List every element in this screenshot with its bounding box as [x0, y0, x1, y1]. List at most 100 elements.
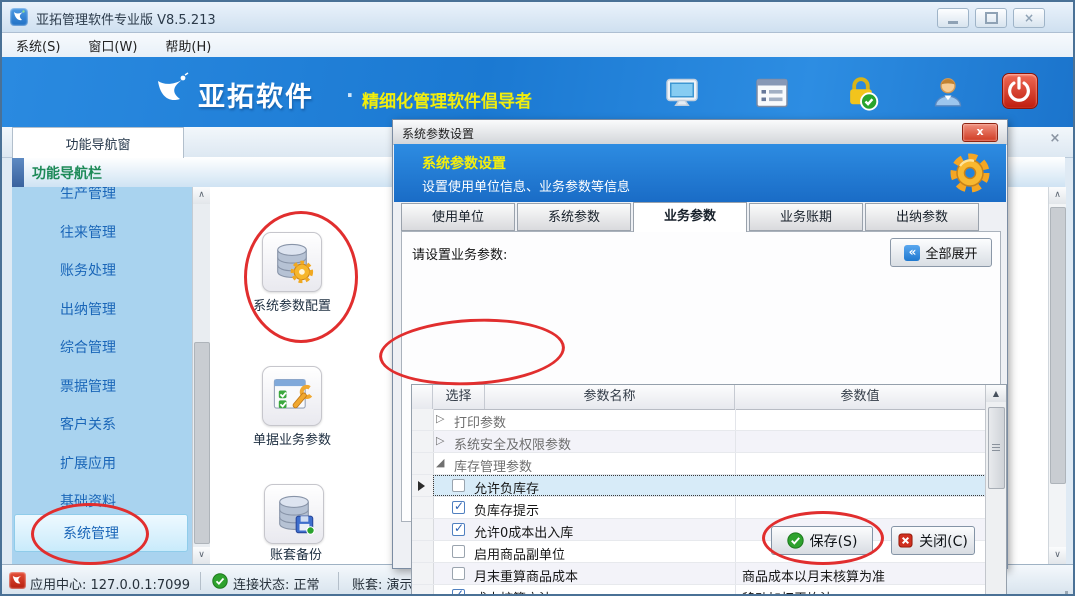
dialog-header: 系统参数设置 设置使用单位信息、业务参数等信息: [394, 144, 1006, 202]
tab-cashier-params[interactable]: 出纳参数: [865, 203, 979, 231]
power-exit-icon[interactable]: [1002, 73, 1038, 109]
group-name: 库存管理参数: [454, 456, 532, 475]
current-row-icon: [418, 481, 425, 491]
brand-name: 亚拓软件: [198, 75, 314, 114]
menu-window[interactable]: 窗口(W): [74, 36, 151, 55]
shortcut-label[interactable]: 账套备份: [236, 544, 356, 563]
status-connection: 连接状态: 正常: [233, 574, 320, 593]
shortcut-label[interactable]: 单据业务参数: [232, 429, 352, 448]
sidebar-nav: 生产管理 往来管理 账务处理 出纳管理 综合管理 票据管理 客户关系 扩展应用 …: [12, 187, 192, 564]
close-dialog-button[interactable]: 关闭(C): [891, 526, 975, 555]
param-name: 允许0成本出入库: [474, 522, 573, 541]
shortcut-account-backup[interactable]: [264, 484, 324, 544]
row-indicator-cell: [412, 541, 434, 562]
tab-close-icon[interactable]: ×: [1047, 131, 1063, 147]
dialog-titlebar: 系统参数设置 x: [393, 120, 1007, 145]
indicator-column-header: [412, 385, 433, 409]
application-window: 亚拓管理软件专业版 V8.5.213 × 系统(S) 窗口(W) 帮助(H) 亚…: [0, 0, 1075, 596]
dialog-title: 系统参数设置: [402, 125, 474, 142]
tab-usage-unit[interactable]: 使用单位: [401, 203, 515, 231]
sidebar-item-extensions[interactable]: 扩展应用: [12, 445, 192, 483]
table-row[interactable]: 负库存提示: [412, 497, 986, 519]
sidebar-item-production[interactable]: 生产管理: [12, 187, 192, 213]
table-row-group[interactable]: 系统安全及权限参数: [412, 431, 986, 453]
sidebar-item-contacts[interactable]: 往来管理: [12, 214, 192, 252]
table-row-group[interactable]: 库存管理参数: [412, 453, 986, 475]
expand-collapsed-icon[interactable]: [436, 434, 444, 447]
param-name: 月末重算商品成本: [474, 566, 578, 585]
params-prompt: 请设置业务参数:: [412, 244, 507, 263]
table-row[interactable]: 成本核算方法 移动加权平均法: [412, 585, 986, 596]
shortcut-doc-business-params[interactable]: [262, 366, 322, 426]
sidebar-item-comprehensive[interactable]: 综合管理: [12, 329, 192, 367]
expand-all-label: 全部展开: [925, 243, 977, 262]
tab-system-params[interactable]: 系统参数: [517, 203, 631, 231]
row-indicator-cell: [412, 431, 434, 452]
menu-help[interactable]: 帮助(H): [151, 36, 225, 55]
group-name: 打印参数: [454, 412, 506, 431]
table-scrollbar[interactable]: ▲ ▼: [985, 385, 1006, 596]
maximize-button[interactable]: [975, 8, 1007, 28]
tab-function-navigation[interactable]: 功能导航窗: [12, 127, 184, 158]
scroll-up-icon[interactable]: ∧: [1049, 187, 1066, 204]
shortcut-system-params[interactable]: [262, 232, 322, 292]
checkbox-checked[interactable]: [452, 523, 465, 536]
checkbox-unchecked[interactable]: [452, 567, 465, 580]
sidebar-item-system-management[interactable]: 系统管理: [14, 514, 188, 552]
row-indicator-cell: [412, 519, 434, 540]
expand-expanded-icon[interactable]: [436, 456, 444, 469]
scroll-down-icon[interactable]: ∨: [193, 547, 210, 564]
selection-focus-border: [433, 475, 986, 496]
checkbox-checked[interactable]: [452, 501, 465, 514]
dialog-body-panel: 请设置业务参数: 全部展开 选择 参数名称 参数值 打印参数: [401, 231, 1001, 522]
close-icon: ×: [1024, 12, 1034, 24]
param-name: 成本核算方法: [474, 588, 552, 596]
table-row[interactable]: 月末重算商品成本 商品成本以月末核算为准: [412, 563, 986, 585]
checkbox-unchecked[interactable]: [452, 545, 465, 558]
expand-all-button[interactable]: 全部展开: [890, 238, 992, 267]
nav-scrollbar[interactable]: ∧ ∨: [192, 187, 210, 564]
save-button[interactable]: 保存(S): [771, 526, 873, 555]
group-name: 系统安全及权限参数: [454, 434, 571, 453]
dialog-close-button[interactable]: x: [962, 123, 998, 142]
workspace-scrollbar[interactable]: ∧ ∨: [1048, 187, 1066, 564]
sidebar-item-cashier[interactable]: 出纳管理: [12, 291, 192, 329]
sidebar-item-bills[interactable]: 票据管理: [12, 368, 192, 406]
form-list-icon[interactable]: [754, 75, 790, 111]
brand-banner: 亚拓软件 · 精细化管理软件倡导者 退出系统: [2, 57, 1073, 127]
close-button[interactable]: ×: [1013, 8, 1045, 28]
sidebar-item-crm[interactable]: 客户关系: [12, 406, 192, 444]
nav-scrollbar-thumb[interactable]: [194, 342, 210, 544]
table-row-group[interactable]: 打印参数: [412, 409, 986, 431]
nav-bar-title: 功能导航栏: [32, 163, 102, 183]
column-header-param-value[interactable]: 参数值: [735, 385, 986, 409]
row-indicator-cell: [412, 409, 434, 430]
save-check-icon: [787, 532, 804, 549]
divider: [338, 572, 339, 590]
workspace-scrollbar-thumb[interactable]: [1050, 207, 1066, 484]
minimize-button[interactable]: [937, 8, 969, 28]
column-header-param-name[interactable]: 参数名称: [485, 385, 735, 409]
table-row-selected[interactable]: 允许负库存: [412, 475, 986, 497]
scroll-down-icon[interactable]: ∨: [1049, 547, 1066, 564]
expand-collapsed-icon[interactable]: [436, 412, 444, 425]
tab-business-period[interactable]: 业务账期: [749, 203, 863, 231]
menu-system[interactable]: 系统(S): [2, 36, 74, 55]
database-gear-icon: [270, 240, 314, 284]
sidebar-item-accounting[interactable]: 账务处理: [12, 252, 192, 290]
row-indicator-cell: [412, 453, 434, 474]
checkbox-checked[interactable]: [452, 589, 465, 596]
user-icon[interactable]: [930, 74, 966, 110]
shortcut-label[interactable]: 系统参数配置: [232, 295, 352, 314]
table-scrollbar-thumb[interactable]: [988, 407, 1005, 489]
scroll-up-icon[interactable]: ∧: [193, 187, 210, 204]
tab-business-params[interactable]: 业务参数: [633, 202, 747, 232]
scroll-up-icon[interactable]: ▲: [986, 385, 1006, 402]
save-button-label: 保存(S): [810, 531, 858, 551]
window-titlebar: 亚拓管理软件专业版 V8.5.213 ×: [2, 2, 1073, 33]
window-title: 亚拓管理软件专业版 V8.5.213: [36, 9, 216, 28]
lock-permission-icon[interactable]: [842, 73, 878, 109]
resize-grip[interactable]: [1065, 591, 1068, 594]
monitor-icon[interactable]: [664, 75, 700, 111]
column-header-select[interactable]: 选择: [433, 385, 485, 409]
